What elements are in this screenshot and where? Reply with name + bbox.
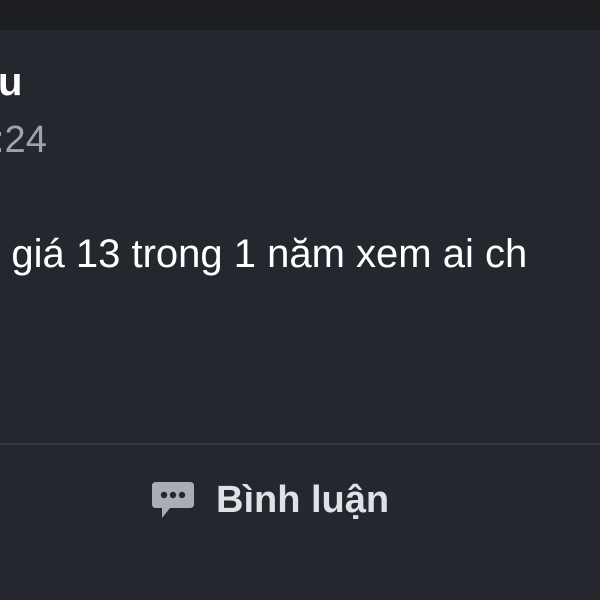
author-name[interactable]: u <box>0 58 22 106</box>
post-body-text: g giá 13 trong 1 năm xem ai ch <box>0 232 528 276</box>
action-divider <box>0 443 600 445</box>
speech-bubble-icon <box>152 482 194 518</box>
comment-label: Bình luận <box>216 479 390 521</box>
comment-button[interactable]: Bình luận <box>150 468 410 532</box>
post-timestamp[interactable]: :24 <box>0 118 47 162</box>
post-card: u :24 g giá 13 trong 1 năm xem ai ch Bìn… <box>0 30 600 600</box>
top-bar <box>0 0 600 30</box>
